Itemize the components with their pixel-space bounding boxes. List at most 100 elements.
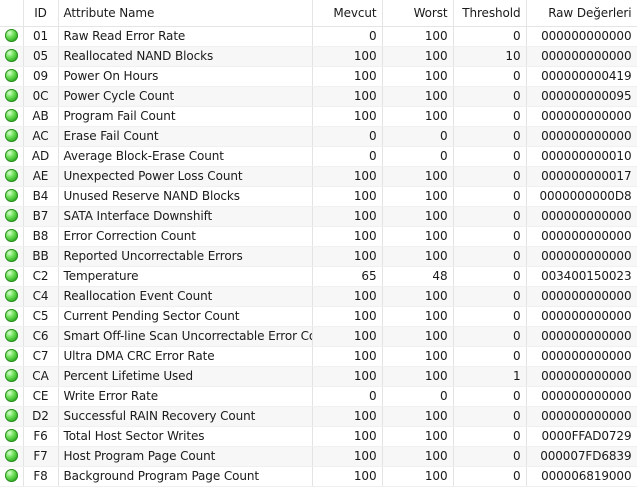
table-header: ID Attribute Name Mevcut Worst Threshold… [0, 0, 637, 27]
worst-value: 0 [382, 126, 454, 147]
attribute-name: Percent Lifetime Used [58, 366, 313, 387]
attribute-name: Erase Fail Count [58, 126, 313, 147]
table-row[interactable]: CA Percent Lifetime Used 100 100 1 0000000000… [0, 366, 637, 387]
status-ok-icon [4, 49, 18, 62]
threshold-value: 0 [453, 466, 527, 487]
table-row[interactable]: C5 Current Pending Sector Count 100 100 0 000… [0, 306, 637, 327]
raw-value: 0000000000D8 [526, 186, 637, 207]
status-ok-icon [4, 149, 18, 162]
table-row[interactable]: 09 Power On Hours 100 100 0 000000000419 [0, 66, 637, 87]
worst-value: 100 [382, 226, 454, 247]
status-cell [0, 246, 24, 267]
threshold-value: 0 [453, 426, 527, 447]
raw-value: 000000000017 [526, 166, 637, 187]
status-ok-icon [4, 229, 18, 242]
table-row[interactable]: C2 Temperature 65 48 0 003400150023 [0, 266, 637, 287]
threshold-value: 0 [453, 346, 527, 367]
table-row[interactable]: 01 Raw Read Error Rate 0 100 0 000000000000 [0, 26, 637, 47]
raw-value: 000000000000 [526, 26, 637, 47]
table-row[interactable]: C4 Reallocation Event Count 100 100 0 0000000… [0, 286, 637, 307]
column-header-threshold[interactable]: Threshold [453, 0, 527, 27]
status-ok-icon [4, 249, 18, 262]
status-cell [0, 346, 24, 367]
column-header-current[interactable]: Mevcut [312, 0, 383, 27]
current-value: 100 [312, 426, 383, 447]
table-row[interactable]: AD Average Block-Erase Count 0 0 0 0000000000… [0, 146, 637, 167]
table-row[interactable]: F6 Total Host Sector Writes 100 100 0 0000FFA… [0, 426, 637, 447]
smart-attributes-list[interactable]: ID Attribute Name Mevcut Worst Threshold… [0, 0, 637, 487]
table-row[interactable]: CE Write Error Rate 0 0 0 000000000000 [0, 386, 637, 407]
threshold-value: 0 [453, 106, 527, 127]
status-cell [0, 166, 24, 187]
attribute-name: Reallocation Event Count [58, 286, 313, 307]
status-ok-icon [4, 29, 18, 42]
table-row[interactable]: 0C Power Cycle Count 100 100 0 000000000095 [0, 86, 637, 107]
current-value: 100 [312, 246, 383, 267]
current-value: 100 [312, 46, 383, 67]
current-value: 65 [312, 266, 383, 287]
threshold-value: 0 [453, 146, 527, 167]
threshold-value: 0 [453, 166, 527, 187]
status-cell [0, 446, 24, 467]
threshold-value: 0 [453, 246, 527, 267]
attribute-id: C4 [23, 286, 59, 307]
current-value: 100 [312, 366, 383, 387]
column-header-worst[interactable]: Worst [382, 0, 454, 27]
table-row[interactable]: BB Reported Uncorrectable Errors 100 100 0 00… [0, 246, 637, 267]
status-cell [0, 66, 24, 87]
table-row[interactable]: 05 Reallocated NAND Blocks 100 100 10 0000000… [0, 46, 637, 67]
table-row[interactable]: AC Erase Fail Count 0 0 0 000000000000 [0, 126, 637, 147]
status-ok-icon [4, 429, 18, 442]
attribute-name: Power Cycle Count [58, 86, 313, 107]
table-row[interactable]: AE Unexpected Power Loss Count 100 100 0 0000… [0, 166, 637, 187]
raw-value: 000000000419 [526, 66, 637, 87]
table-row[interactable]: D2 Successful RAIN Recovery Count 100 100 0 0… [0, 406, 637, 427]
attribute-name: Successful RAIN Recovery Count [58, 406, 313, 427]
status-ok-icon [4, 389, 18, 402]
worst-value: 100 [382, 166, 454, 187]
status-cell [0, 386, 24, 407]
threshold-value: 0 [453, 206, 527, 227]
table-row[interactable]: B4 Unused Reserve NAND Blocks 100 100 0 00000… [0, 186, 637, 207]
attribute-name: Raw Read Error Rate [58, 26, 313, 47]
attribute-id: AE [23, 166, 59, 187]
raw-value: 000000000000 [526, 226, 637, 247]
status-cell [0, 46, 24, 67]
status-ok-icon [4, 189, 18, 202]
attribute-name: Reallocated NAND Blocks [58, 46, 313, 67]
attribute-name: Power On Hours [58, 66, 313, 87]
status-ok-icon [4, 329, 18, 342]
threshold-value: 0 [453, 446, 527, 467]
column-header-raw-values[interactable]: Raw Değerleri [526, 0, 637, 27]
status-cell [0, 426, 24, 447]
raw-value: 000000000000 [526, 386, 637, 407]
raw-value: 000000000000 [526, 46, 637, 67]
raw-value: 000000000000 [526, 346, 637, 367]
table-row[interactable]: B8 Error Correction Count 100 100 0 000000000… [0, 226, 637, 247]
attribute-name: Ultra DMA CRC Error Rate [58, 346, 313, 367]
status-cell [0, 406, 24, 427]
status-cell [0, 126, 24, 147]
table-row[interactable]: AB Program Fail Count 100 100 0 000000000000 [0, 106, 637, 127]
table-row[interactable]: B7 SATA Interface Downshift 100 100 0 0000000… [0, 206, 637, 227]
threshold-value: 0 [453, 266, 527, 287]
current-value: 100 [312, 86, 383, 107]
column-header-status[interactable] [0, 0, 24, 27]
current-value: 100 [312, 186, 383, 207]
raw-value: 003400150023 [526, 266, 637, 287]
table-row[interactable]: F8 Background Program Page Count 100 100 0 00… [0, 466, 637, 487]
table-row[interactable]: C6 Smart Off-line Scan Uncorrectable Erro… [0, 326, 637, 347]
threshold-value: 0 [453, 226, 527, 247]
status-cell [0, 206, 24, 227]
table-row[interactable]: C7 Ultra DMA CRC Error Rate 100 100 0 0000000… [0, 346, 637, 367]
column-header-id[interactable]: ID [23, 0, 59, 27]
smart-attributes-table: ID Attribute Name Mevcut Worst Threshold… [0, 0, 637, 487]
table-row[interactable]: F7 Host Program Page Count 100 100 0 000007FD… [0, 446, 637, 467]
status-ok-icon [4, 129, 18, 142]
current-value: 0 [312, 26, 383, 47]
status-cell [0, 286, 24, 307]
attribute-id: F6 [23, 426, 59, 447]
column-header-attribute-name[interactable]: Attribute Name [58, 0, 313, 27]
current-value: 100 [312, 346, 383, 367]
worst-value: 100 [382, 46, 454, 67]
